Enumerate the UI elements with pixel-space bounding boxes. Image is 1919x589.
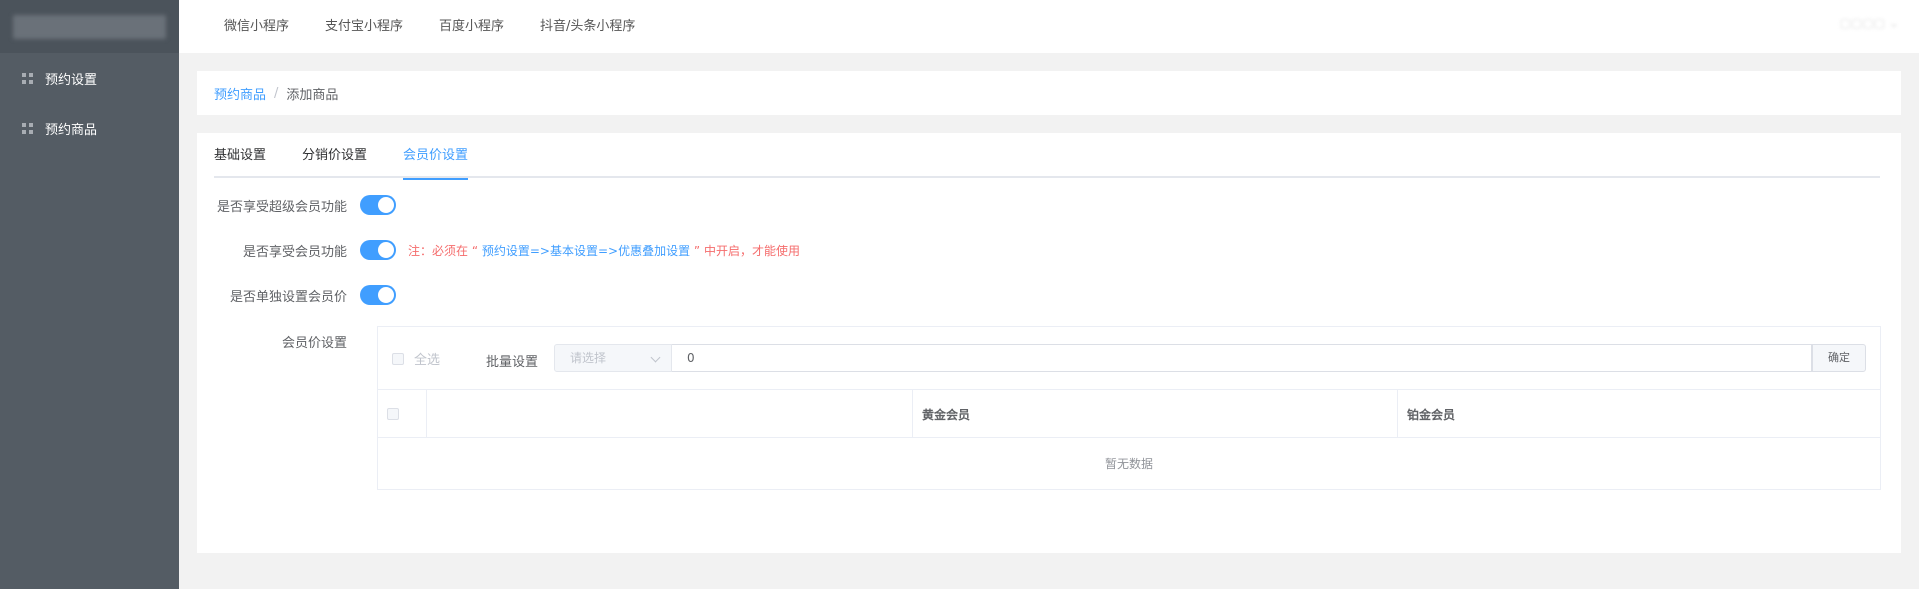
header-cell-gold-member: 黄金会员 <box>913 390 1398 438</box>
member-switch[interactable] <box>360 240 396 260</box>
nav-baidu-miniprogram[interactable]: 百度小程序 <box>421 0 522 53</box>
separate-price-switch[interactable] <box>360 285 396 305</box>
header-cell-platinum-member: 铂金会员 <box>1407 407 1456 422</box>
row-separate-price: 是否单独设置会员价 <box>197 285 396 305</box>
header-checkbox[interactable] <box>387 408 399 420</box>
batch-value-input[interactable]: 0 <box>672 344 1812 372</box>
batch-row: 全选 批量设置 请选择 0 确定 <box>378 327 1880 389</box>
chevron-down-icon <box>650 352 661 363</box>
select-all-label: 全选 <box>414 353 441 368</box>
sidebar-item-booking-settings[interactable]: 预约设置 <box>0 53 179 103</box>
sidebar-item-label: 预约商品 <box>45 122 98 138</box>
member-note: 注：必须在 “ 预约设置=>基本设置=>优惠叠加设置 ” 中开启，才能使用 <box>408 243 800 258</box>
top-nav: 微信小程序 支付宝小程序 百度小程序 抖音/头条小程序 ▢▢▢▢ ⌄ <box>179 0 1919 53</box>
member-price-label: 会员价设置 <box>281 336 347 351</box>
grid-icon <box>22 122 33 134</box>
header-checkbox-cell <box>378 390 427 438</box>
member-price-box: 全选 批量设置 请选择 0 确定 黄金会员 铂金会员 暂无数据 <box>377 326 1881 490</box>
row-super-member: 是否享受超级会员功能 <box>197 195 396 215</box>
row-member: 是否享受会员功能 注：必须在 “ 预约设置=>基本设置=>优惠叠加设置 ” 中开… <box>197 240 800 260</box>
batch-select[interactable]: 请选择 <box>554 344 672 372</box>
tab-distribution-price[interactable]: 分销价设置 <box>302 133 367 178</box>
breadcrumb-separator: / <box>274 85 279 101</box>
super-member-label: 是否享受超级会员功能 <box>216 199 347 215</box>
logo-blurred <box>13 14 166 39</box>
checkbox-icon <box>392 352 404 365</box>
nav-douyin-miniprogram[interactable]: 抖音/头条小程序 <box>522 0 653 53</box>
select-all-checkbox[interactable]: 全选 <box>392 349 440 368</box>
sidebar: 预约设置 预约商品 <box>0 0 179 589</box>
batch-setting-label: 批量设置 <box>486 355 539 370</box>
main-card: 基础设置 分销价设置 会员价设置 是否享受超级会员功能 是否享受会员功能 注：必… <box>197 133 1901 553</box>
sidebar-item-booking-goods[interactable]: 预约商品 <box>0 103 179 153</box>
table-empty-text: 暂无数据 <box>1104 457 1153 471</box>
member-price-table-header: 黄金会员 铂金会员 <box>378 389 1880 438</box>
grid-icon <box>22 72 33 84</box>
header-cell <box>427 390 913 438</box>
nav-wechat-miniprogram[interactable]: 微信小程序 <box>179 0 307 53</box>
confirm-button[interactable]: 确定 <box>1812 344 1866 372</box>
sidebar-item-label: 预约设置 <box>45 72 98 88</box>
separate-price-label: 是否单独设置会员价 <box>229 289 347 305</box>
batch-select-placeholder: 请选择 <box>570 351 607 365</box>
breadcrumb-parent[interactable]: 预约商品 <box>214 84 266 103</box>
tab-basic-settings[interactable]: 基础设置 <box>214 133 266 178</box>
super-member-switch[interactable] <box>360 195 396 215</box>
member-label: 是否享受会员功能 <box>242 244 347 260</box>
member-note-link: 预约设置=>基本设置=>优惠叠加设置 <box>481 243 691 258</box>
nav-alipay-miniprogram[interactable]: 支付宝小程序 <box>307 0 421 53</box>
tab-bar: 基础设置 分销价设置 会员价设置 <box>214 133 1880 180</box>
tab-member-price[interactable]: 会员价设置 <box>403 133 469 180</box>
user-menu-blurred[interactable]: ▢▢▢▢ ⌄ <box>1840 16 1899 30</box>
breadcrumb-current: 添加商品 <box>286 87 339 103</box>
sidebar-logo <box>0 0 179 53</box>
breadcrumb: 预约商品 / 添加商品 <box>197 71 1901 115</box>
